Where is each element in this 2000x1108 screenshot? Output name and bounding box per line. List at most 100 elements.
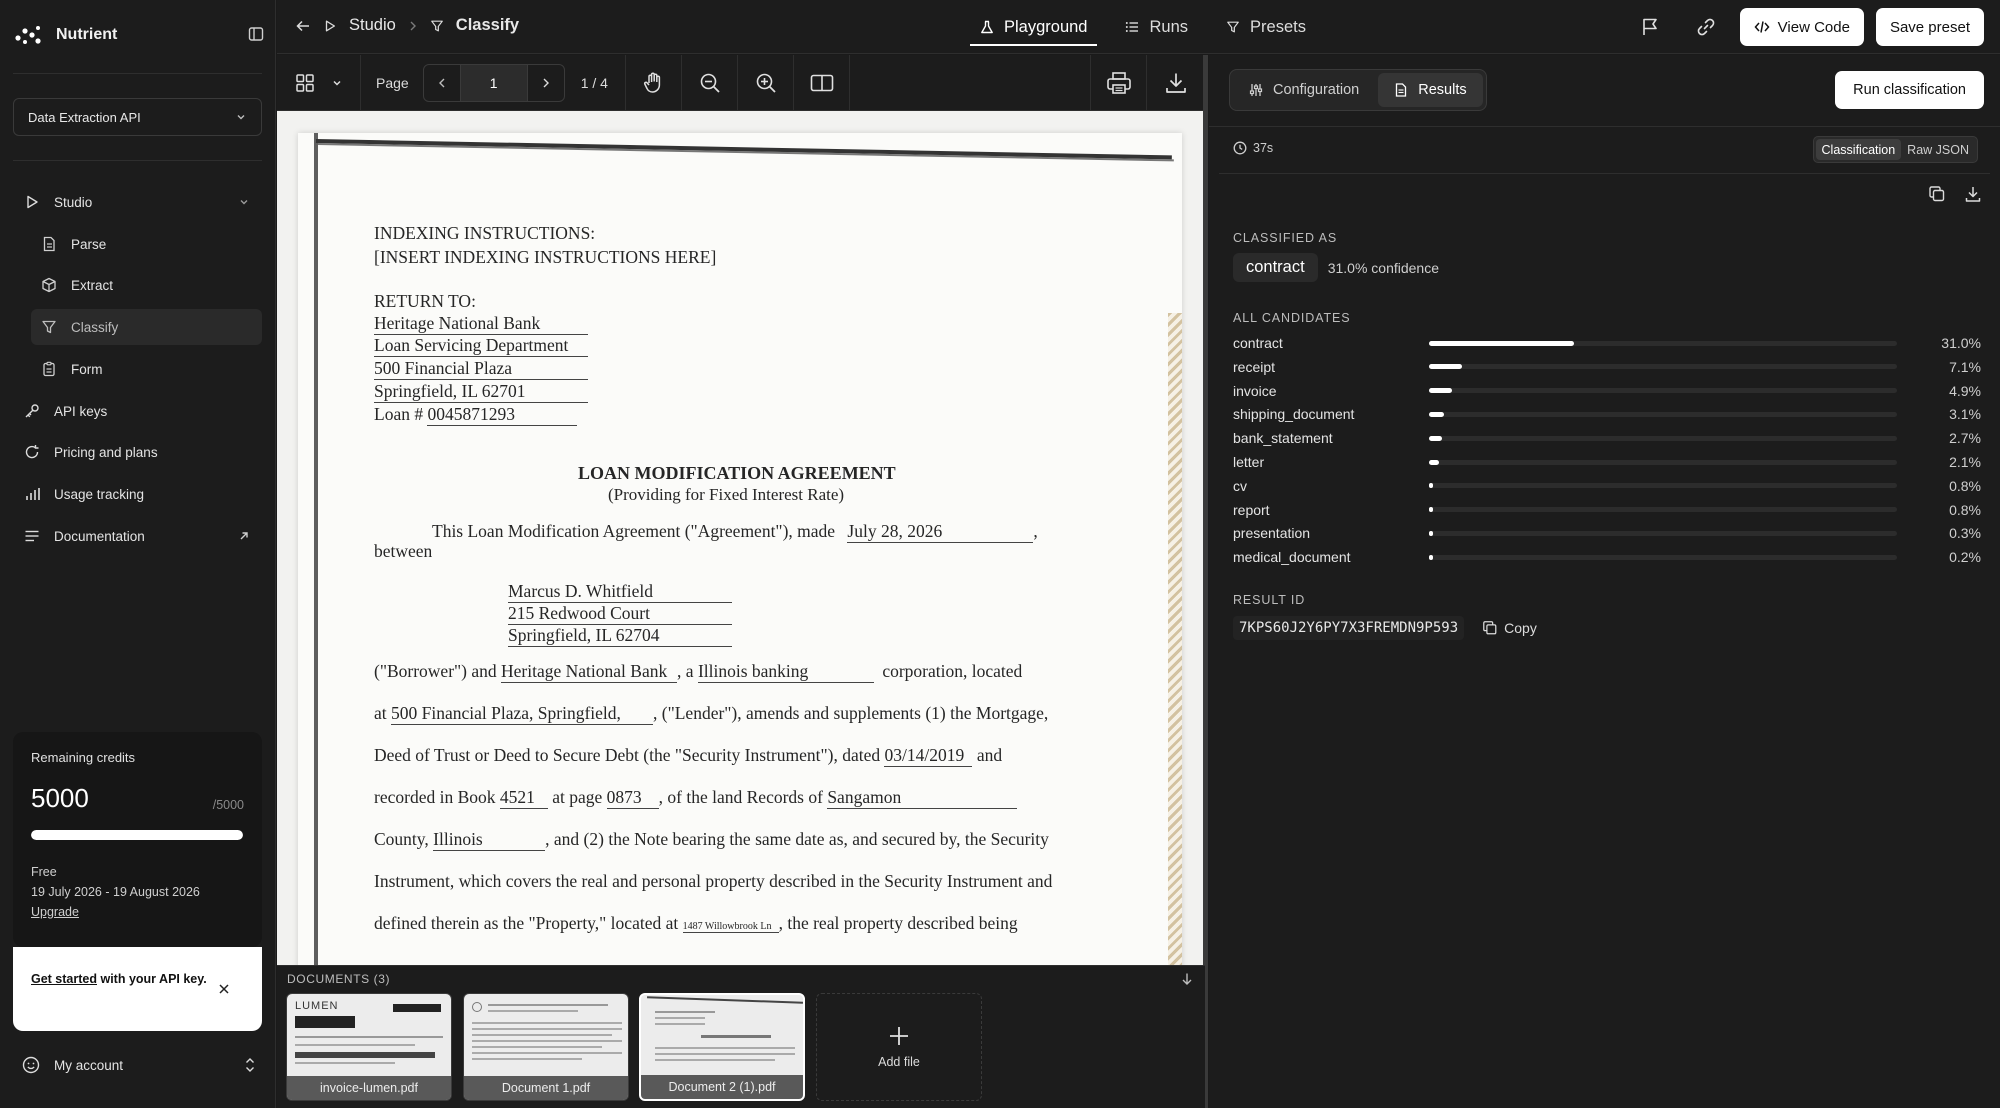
zoom-out-button[interactable] bbox=[682, 55, 738, 111]
chevron-down-icon bbox=[331, 77, 343, 89]
chevron-down-icon bbox=[238, 196, 250, 208]
doc-paragraph-line: ("Borrower") and Heritage National Bank,… bbox=[374, 661, 1022, 683]
get-started-link[interactable]: Get started bbox=[31, 972, 97, 986]
chevron-right-icon bbox=[408, 20, 418, 32]
candidate-bar-fill bbox=[1429, 507, 1433, 513]
print-button[interactable] bbox=[1090, 55, 1147, 111]
page-pager: 1 bbox=[422, 64, 565, 102]
layout-menu[interactable] bbox=[277, 55, 361, 111]
tab-configuration[interactable]: Configuration bbox=[1233, 73, 1375, 107]
sidebar-item-extract[interactable]: Extract bbox=[31, 268, 262, 302]
plus-icon bbox=[888, 1025, 910, 1047]
clipboard-icon bbox=[41, 361, 57, 377]
run-classification-button[interactable]: Run classification bbox=[1835, 71, 1984, 109]
page-count: 1 / 4 bbox=[580, 75, 608, 91]
sidebar-item-label: Pricing and plans bbox=[54, 444, 158, 460]
doc-paragraph-line: recorded in Book 4521 at page 0873, of t… bbox=[374, 787, 1018, 809]
classification-result: contract 31.0% confidence bbox=[1233, 253, 1439, 282]
sidebar-item-studio[interactable]: Studio bbox=[20, 185, 262, 219]
panel-divider bbox=[1209, 126, 2000, 127]
mode-tabs: Playground Runs Presets bbox=[970, 0, 1334, 54]
api-selector[interactable]: Data Extraction API bbox=[13, 98, 262, 136]
copy-result-id-button[interactable]: Copy bbox=[1482, 620, 1537, 636]
upgrade-link[interactable]: Upgrade bbox=[31, 902, 244, 922]
document-thumbnail-selected[interactable]: Document 2 (1).pdf bbox=[639, 993, 805, 1101]
candidate-bar-fill bbox=[1429, 340, 1575, 346]
add-file-button[interactable]: Add file bbox=[816, 993, 982, 1101]
result-format-toggle: Classification Raw JSON bbox=[1812, 136, 1978, 163]
tab-results[interactable]: Results bbox=[1378, 73, 1483, 107]
sidebar-item-classify[interactable]: Classify bbox=[31, 309, 262, 345]
sidebar-item-usage[interactable]: Usage tracking bbox=[20, 477, 262, 511]
candidate-name: receipt bbox=[1233, 358, 1276, 375]
toggle-classification[interactable]: Classification bbox=[1815, 139, 1902, 160]
doc-property-address: 1487 Willowbrook Ln bbox=[682, 921, 779, 933]
breadcrumb-studio[interactable]: Studio bbox=[349, 16, 396, 35]
candidate-bar-fill bbox=[1429, 554, 1433, 560]
result-id-value: 7KPS60J2Y6PY7X3FREMDN9P593 bbox=[1233, 616, 1465, 640]
toggle-raw-json[interactable]: Raw JSON bbox=[1901, 139, 1975, 160]
candidate-bar-track bbox=[1429, 459, 1897, 465]
sidebar-item-label: Classify bbox=[71, 319, 119, 335]
plan-period: 19 July 2026 - 19 August 2026 bbox=[31, 885, 200, 899]
candidate-percent: 31.0% bbox=[1941, 335, 1981, 351]
sidebar-collapse-icon[interactable] bbox=[248, 26, 264, 42]
document-filename: invoice-lumen.pdf bbox=[287, 1076, 451, 1100]
doc-paragraph-line: defined therein as the "Property," locat… bbox=[374, 913, 1018, 934]
tab-label: Configuration bbox=[1273, 82, 1360, 98]
thumbnail-content bbox=[472, 1058, 582, 1060]
doc-state: Illinois bbox=[433, 829, 546, 851]
doc-text-run: , of the land Records of bbox=[658, 787, 823, 807]
tab-presets[interactable]: Presets bbox=[1216, 0, 1316, 54]
sidebar-item-api-keys[interactable]: API keys bbox=[20, 394, 262, 428]
my-account[interactable]: My account bbox=[22, 1056, 256, 1074]
panel-resize-handle[interactable] bbox=[1203, 55, 1208, 1108]
document-viewer[interactable]: INDEXING INSTRUCTIONS: [INSERT INDEXING … bbox=[277, 111, 1205, 965]
zoom-in-button[interactable] bbox=[738, 55, 794, 111]
doc-paragraph-line: Deed of Trust or Deed to Secure Debt (th… bbox=[374, 745, 1002, 767]
flask-icon bbox=[980, 20, 994, 34]
doc-text-run: , a bbox=[677, 661, 694, 681]
page-number-input[interactable]: 1 bbox=[459, 65, 528, 101]
split-view-button[interactable] bbox=[794, 55, 850, 111]
tab-playground[interactable]: Playground bbox=[970, 0, 1098, 54]
share-link-button[interactable] bbox=[1684, 8, 1728, 46]
next-page-button[interactable] bbox=[528, 65, 564, 101]
sidebar-item-parse[interactable]: Parse bbox=[31, 227, 262, 261]
view-code-button[interactable]: View Code bbox=[1739, 8, 1864, 46]
download-icon bbox=[1164, 71, 1188, 95]
sidebar-item-pricing[interactable]: Pricing and plans bbox=[20, 435, 262, 469]
save-preset-button[interactable]: Save preset bbox=[1875, 8, 1984, 46]
doc-text-run: , the real property described being bbox=[778, 913, 1018, 933]
document-thumbnail[interactable]: LUMEN invoice-lumen.pdf bbox=[286, 993, 452, 1101]
candidate-name: contract bbox=[1233, 335, 1283, 351]
document-page: INDEXING INSTRUCTIONS: [INSERT INDEXING … bbox=[298, 133, 1182, 965]
sidebar-item-documentation[interactable]: Documentation bbox=[20, 519, 262, 553]
columns-icon bbox=[810, 73, 834, 93]
copy-icon[interactable] bbox=[1928, 185, 1946, 203]
download-button[interactable] bbox=[1147, 55, 1205, 111]
panel-view-switch: Configuration Results bbox=[1229, 69, 1487, 111]
results-panel: Configuration Results Run classification… bbox=[1209, 55, 2000, 1108]
doc-page-number: 0873 bbox=[606, 787, 659, 809]
download-icon[interactable] bbox=[1964, 185, 1982, 203]
printer-icon bbox=[1106, 71, 1132, 95]
doc-lender-name: Heritage National Bank bbox=[501, 661, 678, 683]
classified-value: contract bbox=[1233, 253, 1318, 282]
tab-runs[interactable]: Runs bbox=[1115, 0, 1198, 54]
flag-button[interactable] bbox=[1628, 8, 1672, 46]
back-arrow-icon[interactable] bbox=[295, 18, 311, 34]
document-filename: Document 1.pdf bbox=[464, 1076, 628, 1100]
thumbnail-content bbox=[655, 1023, 705, 1025]
close-icon[interactable] bbox=[218, 983, 230, 995]
pan-tool-button[interactable] bbox=[626, 55, 682, 111]
document-thumbnail[interactable]: Document 1.pdf bbox=[463, 993, 629, 1101]
prev-page-button[interactable] bbox=[424, 65, 460, 101]
doc-paragraph-line: at 500 Financial Plaza, Springfield,, ("… bbox=[374, 703, 1048, 725]
candidate-bar-track bbox=[1429, 530, 1897, 536]
doc-indexing-title: INDEXING INSTRUCTIONS: bbox=[374, 223, 596, 243]
file-text-icon bbox=[41, 236, 57, 252]
sidebar-item-form[interactable]: Form bbox=[31, 352, 262, 386]
thumbnail-content bbox=[472, 1002, 482, 1012]
arrow-down-icon[interactable] bbox=[1181, 972, 1193, 986]
